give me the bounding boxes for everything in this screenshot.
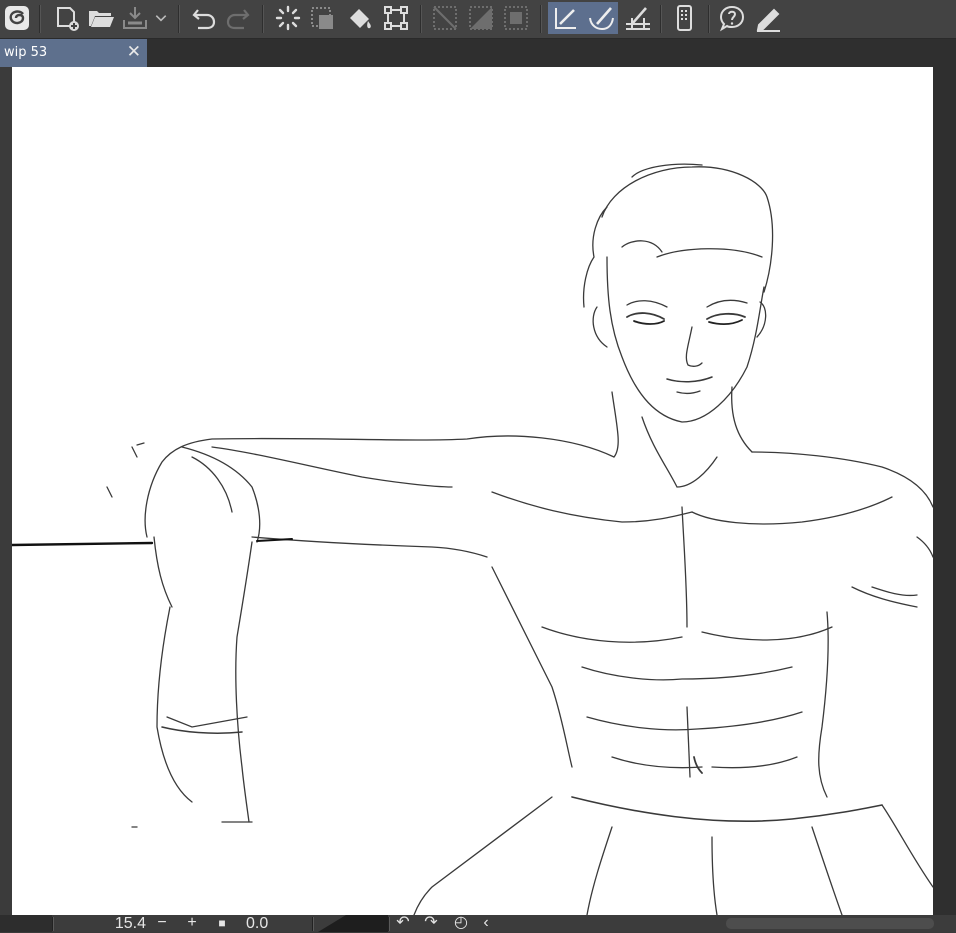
zoom-out-button[interactable]: − bbox=[154, 915, 170, 932]
clear-icon[interactable] bbox=[429, 2, 461, 34]
status-bar-left-panel bbox=[0, 915, 52, 932]
navigator-slider[interactable] bbox=[318, 915, 388, 932]
invert-icon[interactable] bbox=[465, 2, 497, 34]
rotate-right-icon[interactable]: ↷ bbox=[422, 915, 440, 932]
toolbar-separator bbox=[178, 5, 180, 33]
help-icon[interactable] bbox=[716, 2, 748, 34]
rotation-angle[interactable]: 0.0 bbox=[246, 915, 268, 933]
toolbar-separator bbox=[420, 5, 422, 33]
toolbar-separator bbox=[262, 5, 264, 33]
toolbar-separator bbox=[708, 5, 710, 33]
export-icon[interactable] bbox=[119, 2, 151, 34]
chevron-down-icon[interactable] bbox=[150, 2, 172, 34]
special-ruler-snap-icon[interactable] bbox=[583, 2, 618, 34]
sketch-artwork bbox=[12, 163, 933, 915]
status-separator bbox=[388, 917, 390, 931]
status-bar: 15.4 − + ■ 0.0 ↶ ↷ ◴ ‹ bbox=[0, 915, 956, 932]
zoom-in-button[interactable]: + bbox=[184, 915, 200, 932]
fit-to-window-button[interactable]: ■ bbox=[214, 915, 230, 932]
document-tab-title: wip 53 bbox=[4, 45, 48, 60]
close-icon[interactable]: ✕ bbox=[127, 42, 141, 62]
redo-icon[interactable] bbox=[222, 2, 254, 34]
canvas-workspace[interactable] bbox=[0, 67, 956, 915]
vertical-scrollbar[interactable] bbox=[933, 67, 956, 915]
document-tab-bar: wip 53 ✕ bbox=[0, 39, 956, 67]
selection-frame-icon[interactable] bbox=[500, 2, 532, 34]
smartphone-icon[interactable] bbox=[668, 2, 700, 34]
new-file-icon[interactable] bbox=[51, 2, 83, 34]
main-toolbar bbox=[0, 0, 956, 39]
toolbar-separator bbox=[660, 5, 662, 33]
grid-snap-icon[interactable] bbox=[622, 2, 654, 34]
status-separator bbox=[312, 917, 314, 931]
undo-icon[interactable] bbox=[188, 2, 220, 34]
rotate-left-icon[interactable]: ↶ bbox=[394, 915, 412, 932]
toolbar-separator bbox=[39, 5, 41, 33]
zoom-level[interactable]: 15.4 bbox=[100, 915, 146, 933]
fill-icon[interactable] bbox=[344, 2, 376, 34]
transform-icon[interactable] bbox=[380, 2, 412, 34]
toolbar-separator bbox=[540, 5, 542, 33]
pen-icon[interactable] bbox=[752, 2, 784, 34]
app-logo-icon[interactable] bbox=[1, 2, 33, 34]
document-tab[interactable]: wip 53 ✕ bbox=[0, 39, 147, 67]
horizontal-scrollbar[interactable] bbox=[726, 918, 934, 929]
folder-open-icon[interactable] bbox=[85, 2, 117, 34]
status-separator bbox=[52, 917, 54, 931]
ruler-snap-icon[interactable] bbox=[548, 2, 583, 34]
drawing-canvas[interactable] bbox=[12, 67, 933, 915]
reset-rotation-icon[interactable]: ◴ bbox=[452, 915, 470, 932]
spinner-icon[interactable] bbox=[272, 2, 304, 34]
chevron-left-icon[interactable]: ‹ bbox=[480, 915, 492, 932]
selection-icon[interactable] bbox=[306, 2, 338, 34]
